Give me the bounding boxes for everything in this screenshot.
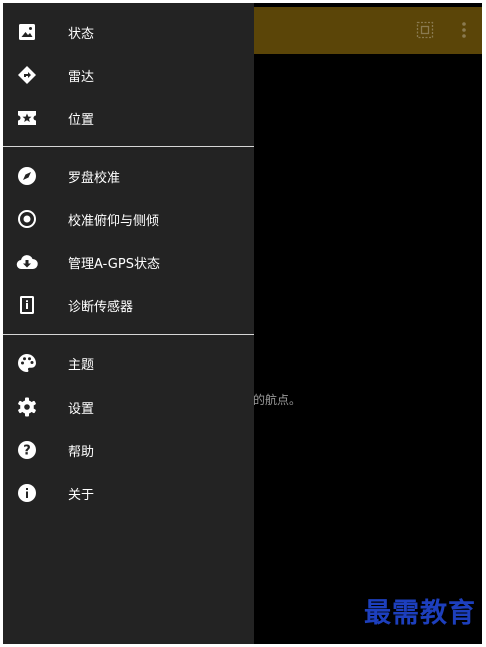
target-icon xyxy=(16,208,38,230)
help-icon: ? xyxy=(16,439,38,461)
drawer-item-label: 罗盘校准 xyxy=(68,170,121,186)
drawer-item-agps[interactable]: 管理A-GPS状态 xyxy=(3,244,254,280)
main-hint-text: 的航点。 xyxy=(253,393,302,407)
drawer-item-compass-calibration[interactable]: 罗盘校准 xyxy=(3,158,254,194)
drawer-divider xyxy=(3,146,254,147)
drawer-item-label: 诊断传感器 xyxy=(68,299,134,315)
drawer-item-label: 管理A-GPS状态 xyxy=(68,256,160,272)
info-icon xyxy=(16,482,38,504)
drawer-item-pitch-roll[interactable]: 校准俯仰与侧倾 xyxy=(3,201,254,237)
ticket-star-icon xyxy=(16,107,38,129)
info-device-icon xyxy=(16,294,38,316)
navigation-drawer: 状态 雷达 位置 罗盘校准 校准俯仰与侧倾 管理A-GPS状态 诊断传感器 主题… xyxy=(3,3,254,644)
drawer-item-label: 帮助 xyxy=(68,444,95,460)
palette-icon xyxy=(16,352,38,374)
drawer-item-location[interactable]: 位置 xyxy=(3,100,254,136)
watermark: 最需教育 xyxy=(364,598,476,629)
drawer-item-label: 主题 xyxy=(68,357,95,373)
drawer-item-about[interactable]: 关于 xyxy=(3,475,254,511)
drawer-item-radar[interactable]: 雷达 xyxy=(3,57,254,93)
svg-text:?: ? xyxy=(23,444,31,459)
drawer-item-label: 位置 xyxy=(68,112,95,128)
drawer-item-label: 设置 xyxy=(68,401,95,417)
compass-icon xyxy=(16,165,38,187)
drawer-item-label: 关于 xyxy=(68,487,95,503)
drawer-item-theme[interactable]: 主题 xyxy=(3,345,254,381)
image-icon xyxy=(16,21,38,43)
drawer-item-label: 雷达 xyxy=(68,69,95,85)
cloud-download-icon xyxy=(16,251,38,273)
drawer-divider xyxy=(3,334,254,335)
app-window: 的航点。 状态 雷达 位置 罗盘校准 校准俯仰与侧倾 管理A-GPS状态 诊断传… xyxy=(3,3,482,644)
gear-icon xyxy=(16,396,38,418)
navigation-diamond-icon xyxy=(16,64,38,86)
drawer-item-diagnostics[interactable]: 诊断传感器 xyxy=(3,287,254,323)
drawer-item-status[interactable]: 状态 xyxy=(3,14,254,50)
drawer-item-settings[interactable]: 设置 xyxy=(3,389,254,425)
drawer-item-label: 校准俯仰与侧倾 xyxy=(68,213,160,229)
drawer-item-label: 状态 xyxy=(68,26,95,42)
drawer-item-help[interactable]: ? 帮助 xyxy=(3,432,254,468)
select-all-icon[interactable] xyxy=(415,20,435,40)
more-vert-icon[interactable] xyxy=(454,20,474,40)
app-bar xyxy=(254,7,482,54)
